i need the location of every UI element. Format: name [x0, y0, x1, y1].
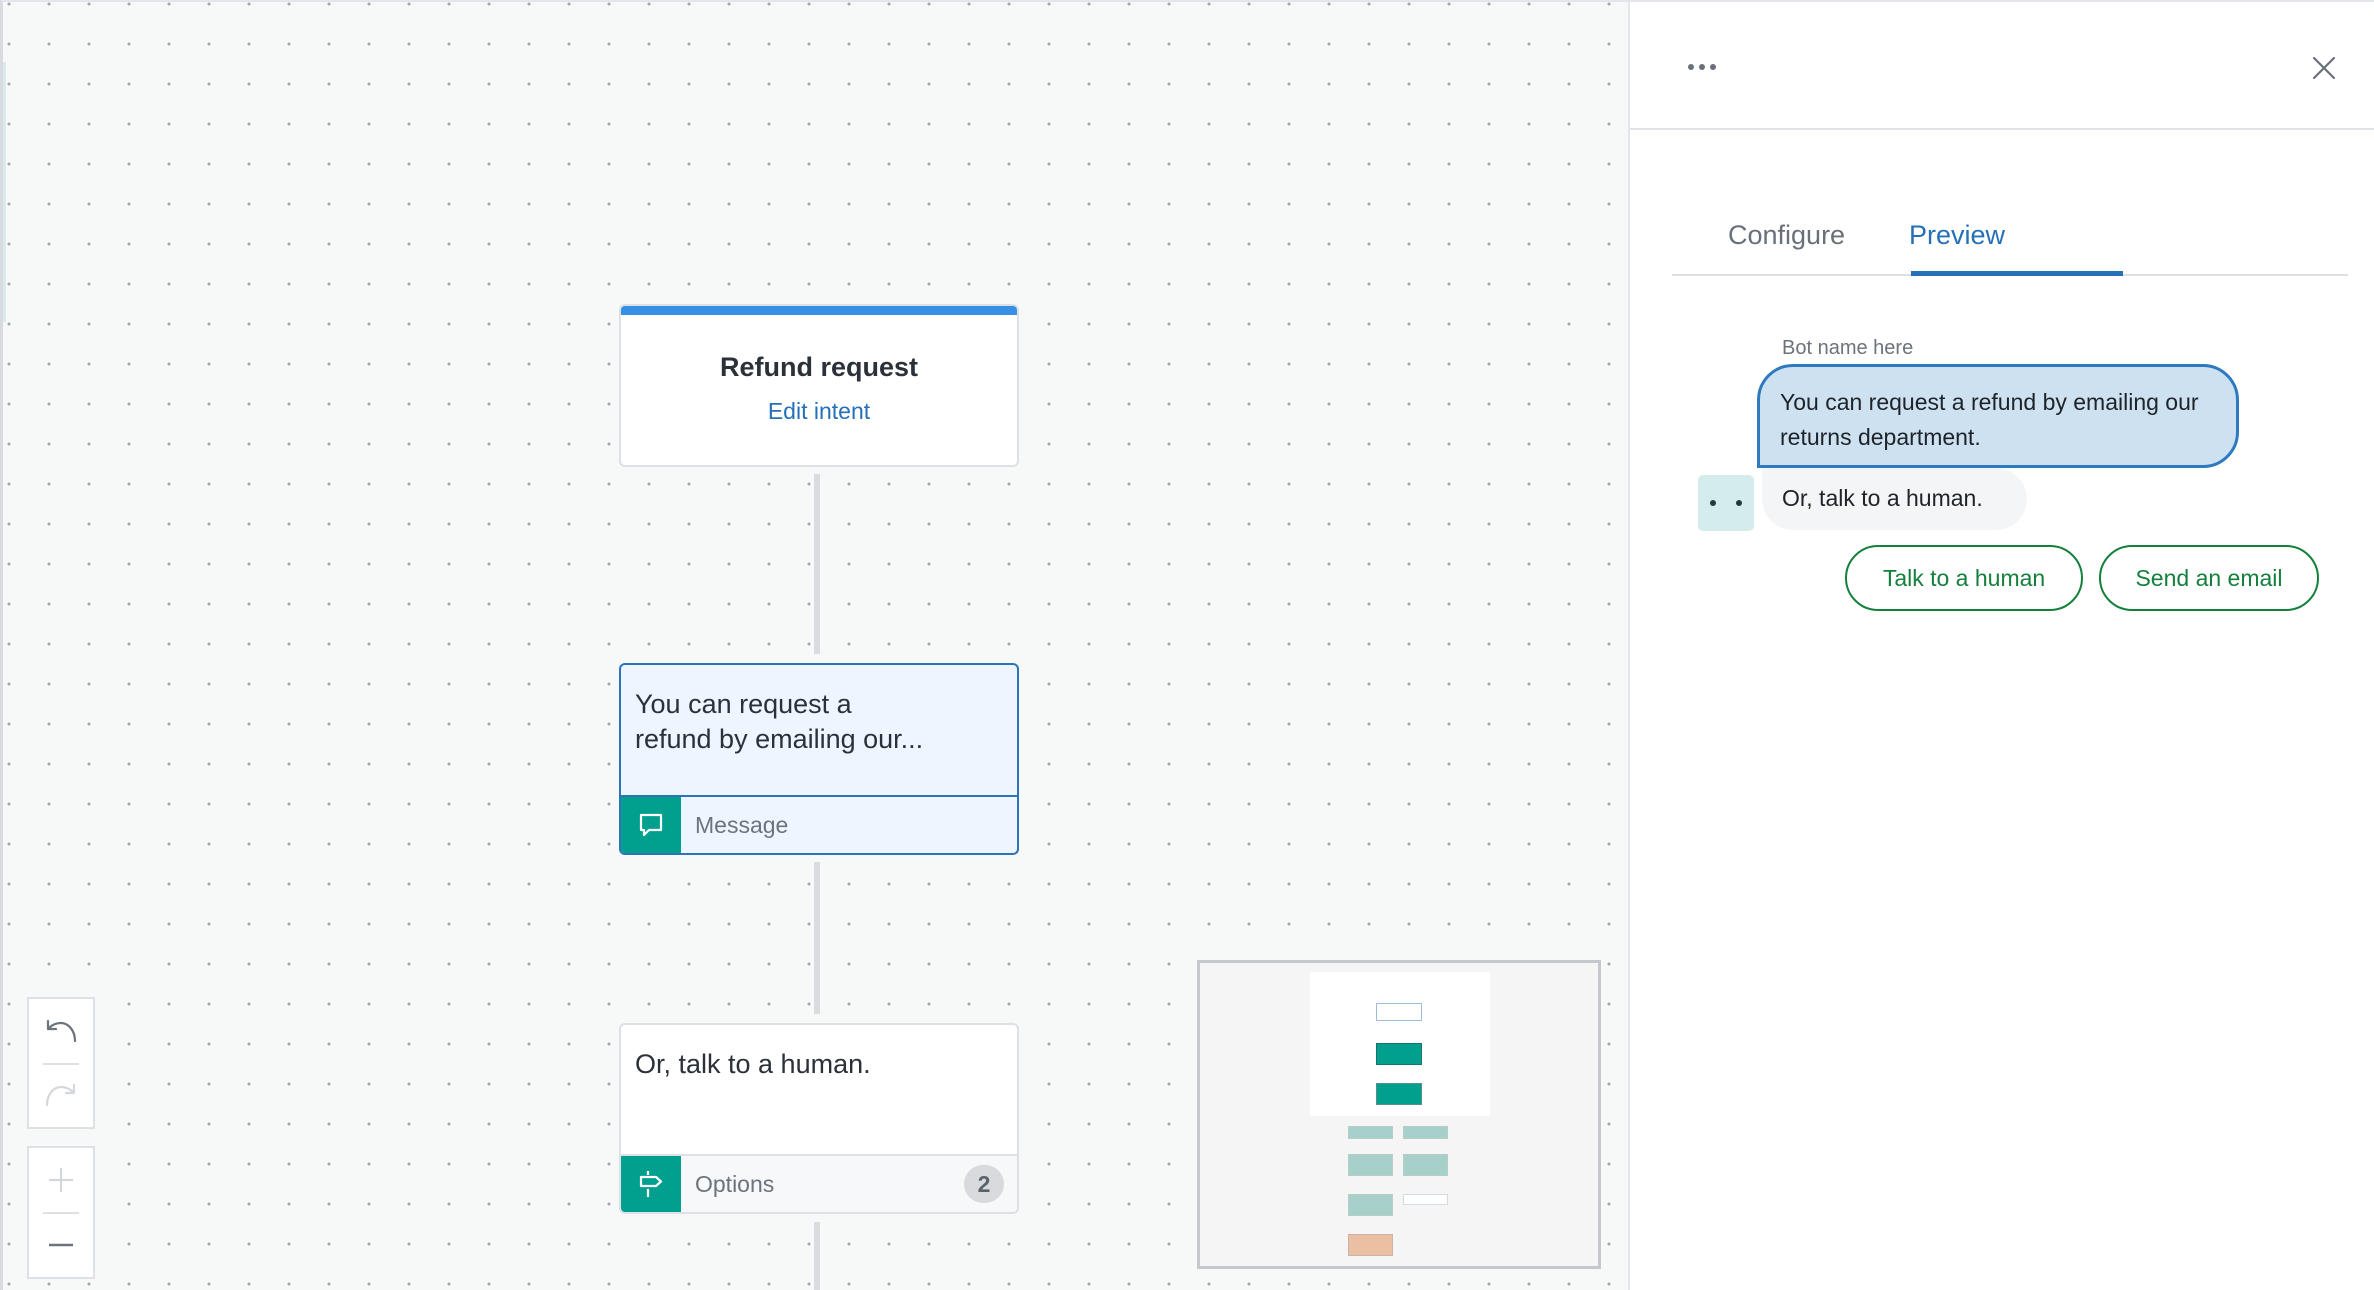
edit-intent-link[interactable]: Edit intent — [621, 398, 1017, 425]
avatar-eye-icon — [1710, 500, 1716, 506]
speech-bubble-icon — [621, 797, 681, 853]
plus-icon — [49, 1168, 73, 1192]
ellipsis-icon — [1688, 64, 1694, 70]
options-node-card[interactable]: Or, talk to a human. Options 2 — [619, 1023, 1019, 1214]
quick-reply-send-email[interactable]: Send an email — [2099, 545, 2319, 611]
minimap-node — [1348, 1154, 1393, 1176]
message-line: You can request a — [635, 689, 852, 719]
connector-line — [814, 862, 820, 1014]
minimap-node — [1403, 1194, 1448, 1205]
connector-line — [814, 1222, 820, 1290]
tab-preview[interactable]: Preview — [1909, 220, 2005, 251]
bot-message-bubble[interactable]: You can request a refund by emailing our… — [1757, 364, 2239, 468]
zoom-in-button[interactable] — [29, 1148, 93, 1212]
minimap-node — [1376, 1003, 1422, 1021]
intent-node-card[interactable]: Refund request Edit intent — [619, 304, 1019, 467]
signpost-icon — [621, 1156, 681, 1212]
minimap-node — [1348, 1194, 1393, 1216]
bot-name-label: Bot name here — [1782, 337, 1914, 359]
flow-canvas[interactable]: Refund request Edit intent You can reque… — [0, 0, 1628, 1290]
bot-message-bubble[interactable]: Or, talk to a human. — [1762, 468, 2027, 530]
bot-avatar — [1698, 475, 1754, 531]
redo-button[interactable] — [29, 1063, 93, 1127]
panel-tabs: Configure Preview — [1672, 202, 2348, 276]
connector-line — [814, 474, 820, 654]
options-type-label: Options — [695, 1171, 775, 1197]
options-node-text: Or, talk to a human. — [635, 1049, 871, 1079]
canvas-edge — [3, 62, 6, 322]
message-node-card[interactable]: You can request a refund by emailing our… — [619, 663, 1019, 855]
minimap-node — [1376, 1083, 1422, 1105]
minimap-node — [1348, 1234, 1393, 1256]
panel-header — [1630, 2, 2374, 130]
minimap-node — [1348, 1126, 1393, 1139]
zoom-toolbar — [27, 1146, 95, 1279]
minimap[interactable] — [1197, 960, 1601, 1269]
minimap-node — [1403, 1154, 1448, 1176]
history-toolbar — [27, 997, 95, 1129]
zoom-out-button[interactable] — [29, 1213, 93, 1277]
options-node-footer: Options 2 — [621, 1154, 1017, 1212]
minimap-node — [1403, 1126, 1448, 1139]
avatar-eye-icon — [1736, 500, 1742, 506]
minimap-node — [1376, 1043, 1422, 1065]
close-button[interactable] — [2302, 46, 2342, 86]
message-line: refund by emailing our... — [635, 724, 924, 754]
message-type-label: Message — [695, 812, 789, 838]
quick-reply-talk-to-human[interactable]: Talk to a human — [1845, 545, 2083, 611]
intent-color-bar — [621, 306, 1017, 315]
options-count-badge: 2 — [964, 1165, 1004, 1203]
intent-title: Refund request — [719, 352, 919, 382]
tab-configure[interactable]: Configure — [1728, 220, 1845, 251]
ellipsis-icon — [1710, 64, 1716, 70]
more-options-button[interactable] — [1680, 50, 1724, 84]
redo-icon — [45, 1083, 76, 1107]
app: Refund request Edit intent You can reque… — [0, 0, 2374, 1290]
undo-button[interactable] — [29, 999, 93, 1063]
message-node-footer: Message — [621, 795, 1017, 853]
active-tab-indicator — [1911, 271, 2123, 276]
side-panel: Configure Preview — [1628, 0, 2374, 1290]
ellipsis-icon — [1699, 64, 1705, 70]
close-icon — [2312, 56, 2336, 80]
undo-icon — [46, 1019, 77, 1043]
message-node-text: You can request a refund by emailing our… — [635, 687, 1003, 757]
minus-icon — [49, 1243, 73, 1247]
